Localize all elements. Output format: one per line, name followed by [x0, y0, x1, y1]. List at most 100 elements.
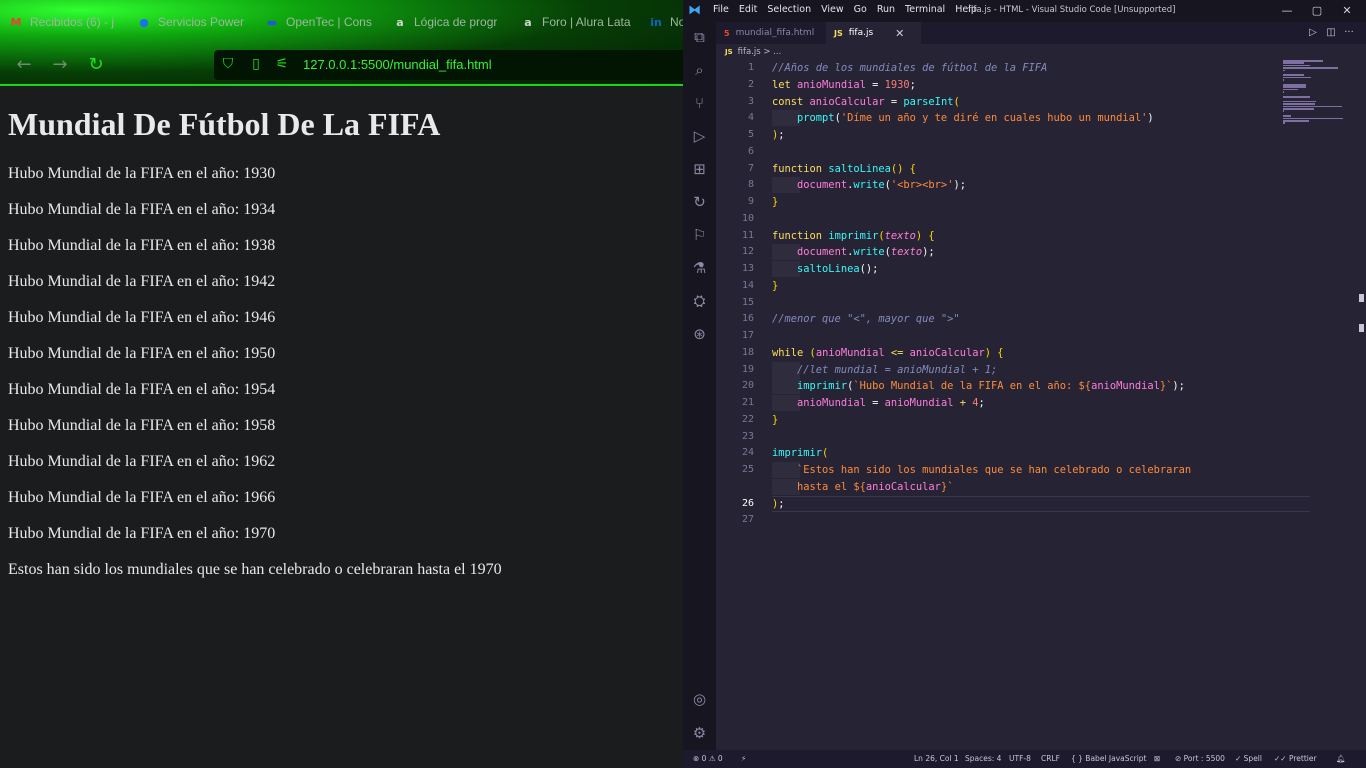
- page-info-icon[interactable]: ▯: [248, 56, 264, 72]
- code-line[interactable]: 13 saltoLinea();: [716, 261, 1282, 277]
- minimap-line: [1283, 110, 1284, 112]
- code-line[interactable]: 7 function saltoLinea() {: [716, 161, 1282, 177]
- line-number: 10: [741, 212, 754, 224]
- live-server-port[interactable]: ⊘ Port : 5500: [1175, 754, 1225, 763]
- explorer-icon[interactable]: ⧉: [690, 28, 709, 47]
- code-line[interactable]: 22}: [716, 412, 1282, 428]
- url-text[interactable]: 127.0.0.1:5500/mundial_fifa.html: [303, 57, 492, 72]
- code-line[interactable]: 24 imprimir(: [716, 445, 1282, 461]
- problems-indicator[interactable]: ⊗ 0 ⚠ 0: [693, 754, 723, 763]
- menu-go[interactable]: Go: [854, 4, 867, 15]
- split-editor-icon[interactable]: ◫: [1324, 26, 1338, 40]
- notifications-icon[interactable]: 🔔︎: [1336, 754, 1346, 763]
- breadcrumb-path[interactable]: fifa.js > ...: [738, 47, 782, 57]
- run-debug-icon[interactable]: ▷: [690, 127, 709, 146]
- code-line[interactable]: 6: [716, 144, 1282, 160]
- code-line[interactable]: 21 anioMundial = anioMundial + 4;: [716, 395, 1282, 411]
- browser-tab[interactable]: a Foro | Alura Lata: [512, 8, 640, 36]
- code-token: texto: [890, 246, 923, 259]
- code-line[interactable]: 15: [716, 295, 1282, 311]
- code-line[interactable]: 8 document.write('<br><br>');: [716, 177, 1282, 194]
- back-arrow-icon[interactable]: ←: [14, 55, 34, 75]
- close-tab-icon[interactable]: ✕: [895, 27, 904, 40]
- code-line[interactable]: 17: [716, 328, 1282, 344]
- breadcrumb[interactable]: JS fifa.js > ...: [725, 46, 781, 58]
- language-mode[interactable]: { } Babel JavaScript: [1071, 754, 1147, 763]
- address-bar[interactable]: ⛉ ▯ ⚟ 127.0.0.1:5500/mundial_fifa.html: [214, 50, 683, 80]
- code-line[interactable]: 26);: [716, 496, 1282, 512]
- code-editor[interactable]: 1 //Años de los mundiales de fútbol de la…: [716, 60, 1310, 750]
- code-line[interactable]: 10: [716, 211, 1282, 227]
- menu-edit[interactable]: Edit: [739, 4, 757, 15]
- code-line[interactable]: 9}: [716, 194, 1282, 210]
- menu-selection[interactable]: Selection: [767, 4, 811, 15]
- menu-view[interactable]: View: [821, 4, 844, 15]
- code-token: (: [953, 95, 960, 108]
- browser-tab[interactable]: a Lógica de progr: [384, 8, 512, 36]
- indentation[interactable]: Spaces: 4: [965, 754, 1001, 763]
- code-token: write: [853, 179, 885, 192]
- remote-icon[interactable]: ↻: [690, 193, 709, 212]
- maximize-icon[interactable]: ▢: [1308, 2, 1326, 20]
- code-line[interactable]: 20 imprimir(`Hubo Mundial de la FIFA en …: [716, 378, 1282, 395]
- line-number: 4: [747, 112, 754, 124]
- tab-mundial-fifa-html[interactable]: 5 mundial_fifa.html: [716, 22, 826, 44]
- run-icon[interactable]: ▷: [1306, 26, 1320, 40]
- forward-arrow-icon[interactable]: →: [50, 55, 70, 75]
- code-line[interactable]: 16 //menor que "<", mayor que ">": [716, 311, 1282, 327]
- more-actions-icon[interactable]: ···: [1342, 26, 1356, 40]
- close-window-icon[interactable]: ✕: [1338, 2, 1356, 20]
- line-number: 8: [747, 179, 754, 191]
- code-line[interactable]: 25 `Estos han sido los mundiales que se …: [716, 462, 1282, 478]
- browser-tab[interactable]: in No: [640, 8, 683, 36]
- spell-check[interactable]: ✓ Spell: [1235, 754, 1262, 763]
- editor-tab-bar: 5 mundial_fifa.html JS fifa.js ✕ ▷ ◫ ···: [716, 22, 1366, 44]
- line-endings[interactable]: CRLF: [1041, 754, 1060, 763]
- output-line: Hubo Mundial de la FIFA en el año: 1934: [8, 201, 276, 218]
- prettier-status[interactable]: ✓✓ Prettier: [1274, 754, 1317, 763]
- code-line[interactable]: 2 let anioMundial = 1930;: [716, 77, 1282, 93]
- live-share-icon[interactable]: ⚡: [741, 754, 746, 763]
- cursor-position[interactable]: Ln 26, Col 1: [914, 754, 959, 763]
- code-line[interactable]: 18 while (anioMundial <= anioCalcular) {: [716, 345, 1282, 361]
- account-icon[interactable]: ◎: [690, 690, 709, 709]
- bookmarks-icon[interactable]: ⚐: [690, 226, 709, 245]
- code-token: anioCalcular: [865, 480, 941, 493]
- menu-file[interactable]: File: [713, 4, 729, 15]
- tab-fifa-js[interactable]: JS fifa.js ✕: [826, 22, 921, 44]
- testing-icon[interactable]: ⚗: [690, 259, 709, 278]
- code-line[interactable]: 14}: [716, 278, 1282, 294]
- code-line[interactable]: 12 document.write(texto);: [716, 244, 1282, 261]
- site-permissions-icon[interactable]: ⚟: [274, 56, 290, 72]
- editor-scrollbar[interactable]: [1359, 290, 1364, 340]
- code-token: imprimir: [772, 447, 823, 460]
- settings-gear-icon[interactable]: ⚙: [690, 724, 709, 743]
- code-token: saltoLinea: [797, 263, 860, 275]
- menu-run[interactable]: Run: [877, 4, 895, 15]
- source-control-icon[interactable]: ⑂: [690, 94, 709, 113]
- git-graph-icon[interactable]: ⊛: [690, 325, 709, 344]
- minimap[interactable]: [1283, 60, 1355, 130]
- menu-terminal[interactable]: Terminal: [905, 4, 945, 15]
- browser-tab[interactable]: M Recibidos (6) - j: [0, 8, 128, 36]
- extensions-icon[interactable]: ⊞: [690, 160, 709, 179]
- code-line[interactable]: 3 const anioCalcular = parseInt(: [716, 94, 1282, 110]
- reload-icon[interactable]: ↻: [86, 55, 106, 75]
- code-line[interactable]: 23: [716, 429, 1282, 445]
- shield-icon[interactable]: ⛉: [220, 56, 236, 72]
- code-token: imprimir: [828, 229, 879, 242]
- code-line[interactable]: 19 //let mundial = anioMundial + 1;: [716, 361, 1282, 378]
- code-line[interactable]: 1 //Años de los mundiales de fútbol de la…: [716, 60, 1282, 76]
- browser-tab[interactable]: ▬ OpenTec | Cons: [256, 8, 384, 36]
- code-line[interactable]: hasta el ${anioCalcular}`: [716, 478, 1282, 495]
- code-line[interactable]: 5);: [716, 127, 1282, 143]
- code-line[interactable]: 27: [716, 512, 1282, 528]
- code-line[interactable]: 11 function imprimir(texto) {: [716, 228, 1282, 244]
- feedback-icon[interactable]: ⊠: [1154, 754, 1160, 763]
- browser-tab[interactable]: ● Servicios Power: [128, 8, 256, 36]
- minimize-icon[interactable]: —: [1278, 2, 1296, 20]
- python-icon[interactable]: ⛭: [690, 292, 709, 311]
- search-icon[interactable]: ⌕: [690, 61, 709, 80]
- encoding[interactable]: UTF-8: [1009, 754, 1031, 763]
- code-line[interactable]: 4 prompt('Díme un año y te diré en cuale…: [716, 110, 1282, 127]
